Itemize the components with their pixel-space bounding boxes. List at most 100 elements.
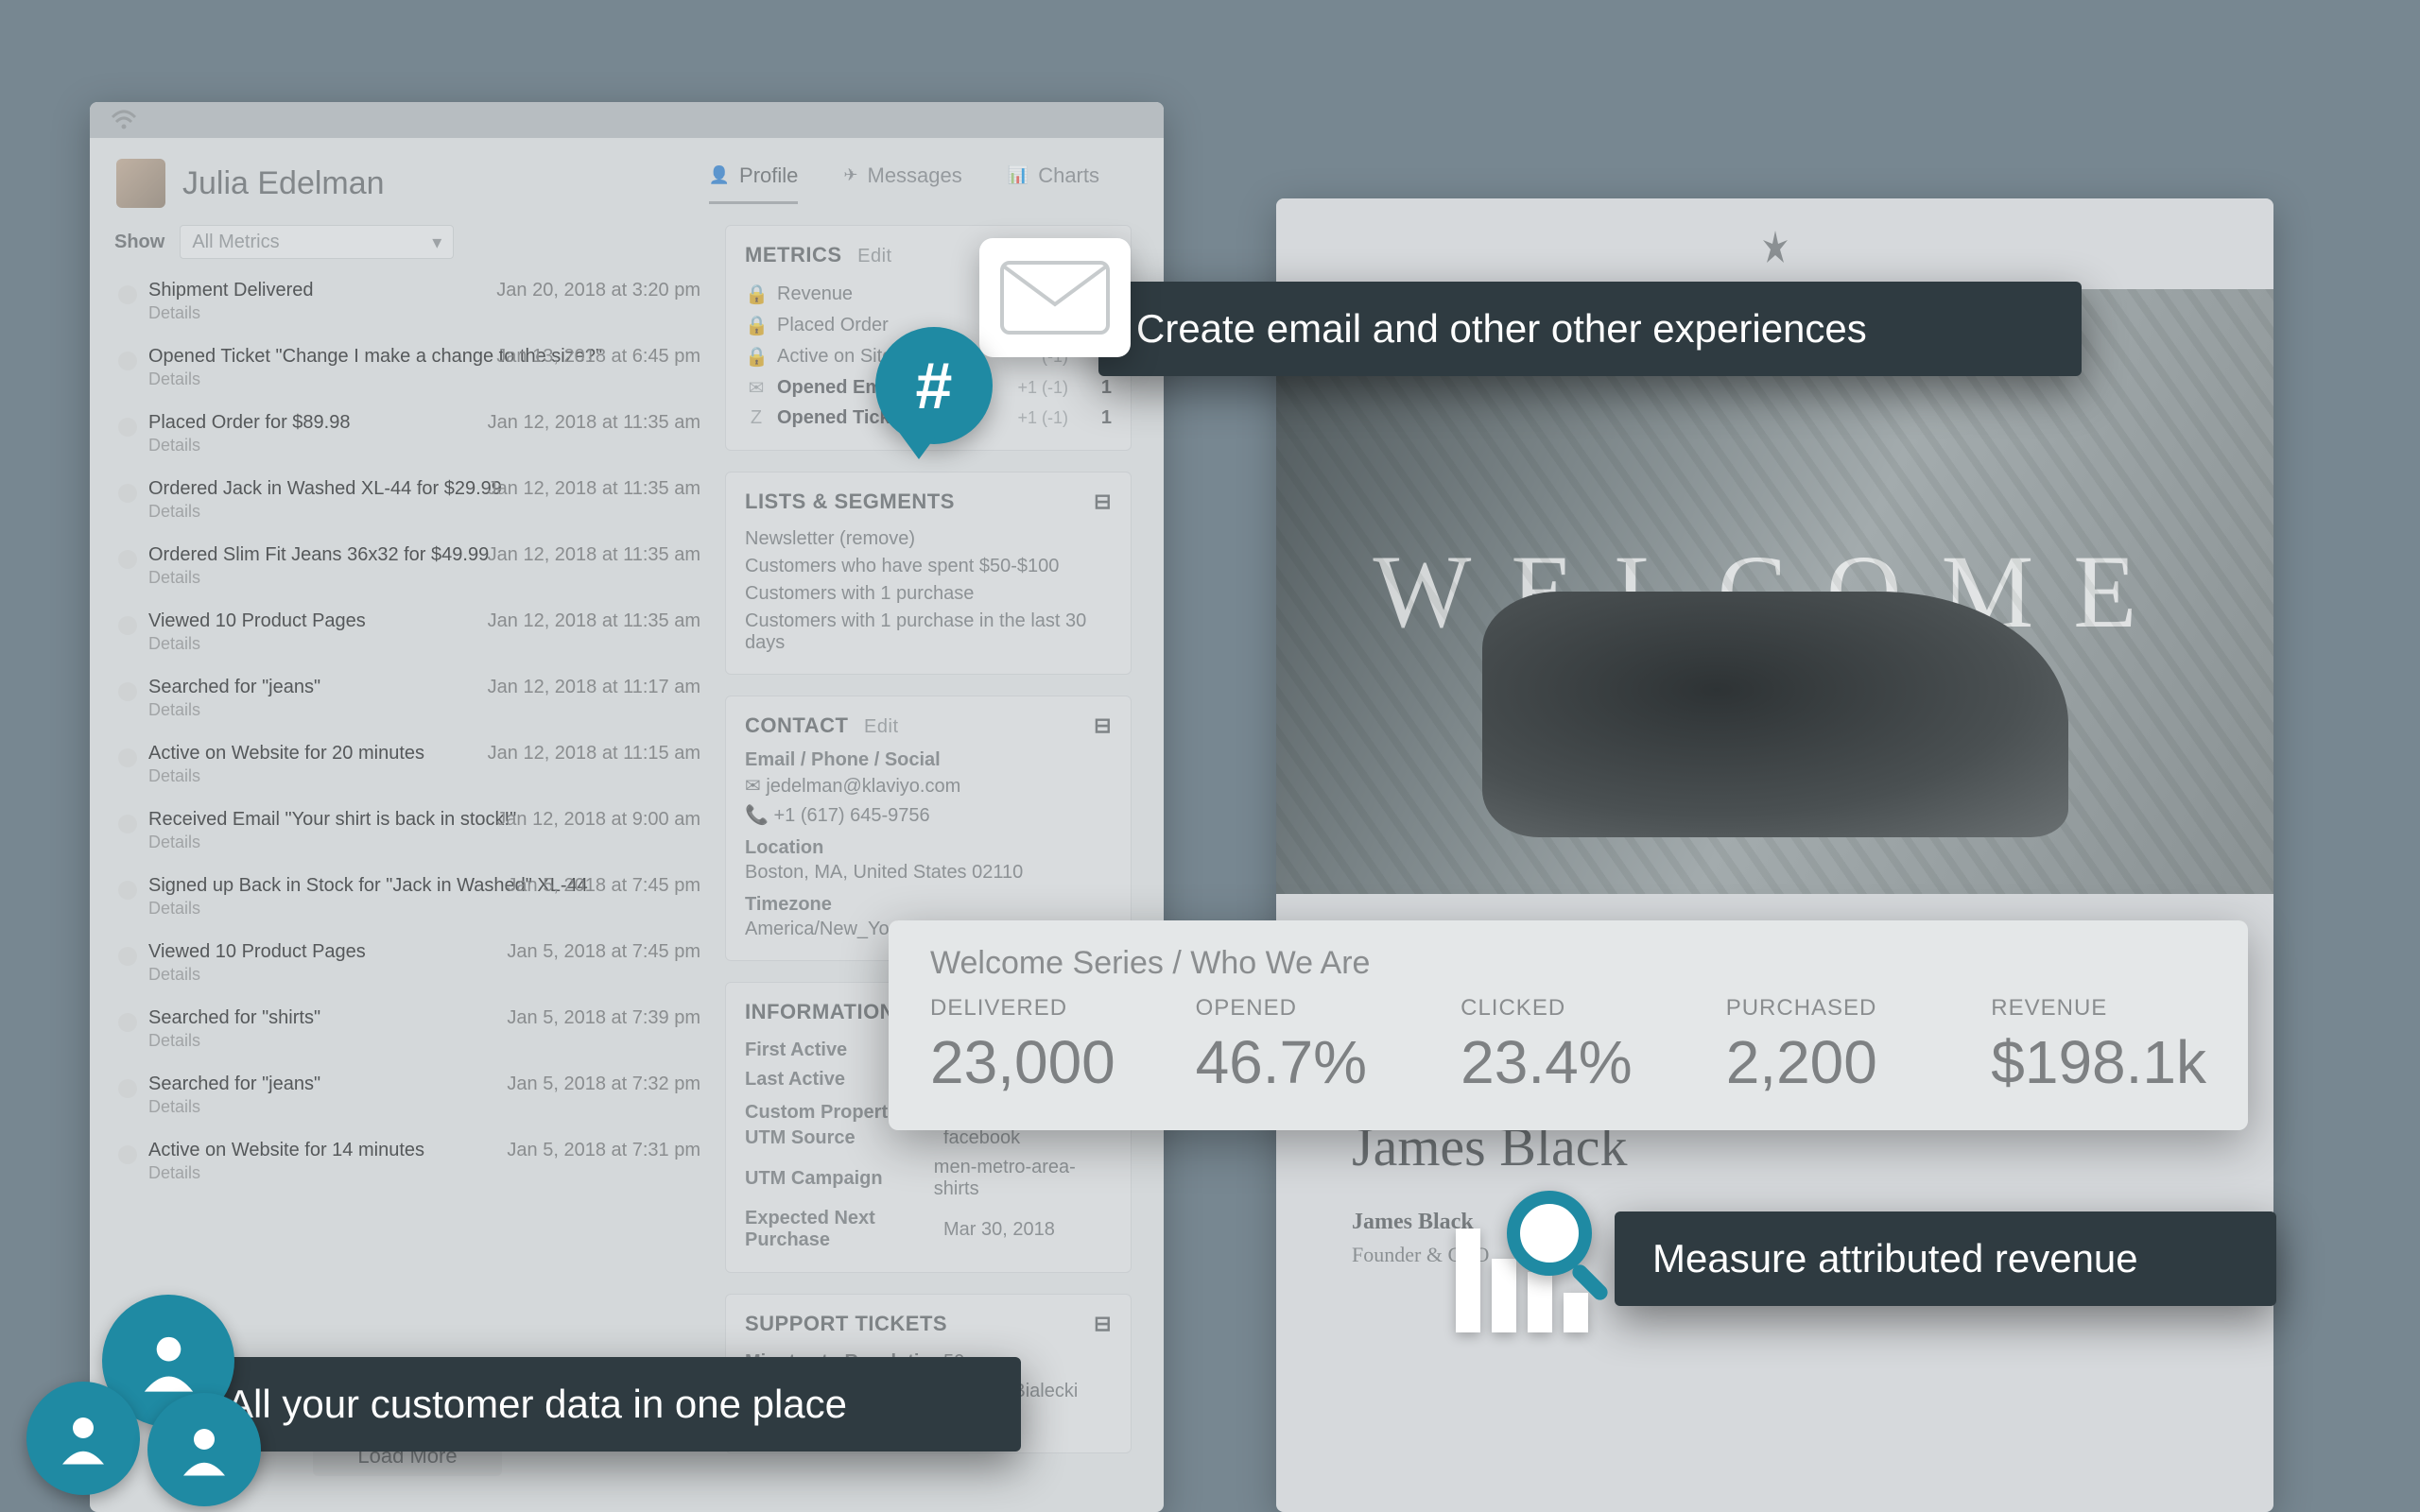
contact-email[interactable]: jedelman@klaviyo.com: [766, 776, 960, 797]
callout-create-email: Create email and other other experiences: [1098, 282, 2082, 376]
metric-icon: 🔒: [745, 345, 768, 369]
activity-details-link[interactable]: Details: [148, 369, 700, 389]
callout-text: Measure attributed revenue: [1652, 1236, 2138, 1281]
activity-details-link[interactable]: Details: [148, 303, 700, 323]
activity-details-link[interactable]: Details: [148, 766, 700, 786]
panel-title: LISTS & SEGMENTS: [745, 490, 955, 514]
activity-details-link[interactable]: Details: [148, 965, 700, 985]
activity-item[interactable]: Shipment DeliveredDetailsJan 20, 2018 at…: [114, 272, 700, 338]
person-icon: [26, 1382, 140, 1495]
window-titlebar: [90, 102, 1164, 138]
metrics-dropdown[interactable]: All Metrics ▾: [180, 225, 454, 259]
stat-label: CLICKED: [1461, 995, 1660, 1022]
stat-value: 23,000: [930, 1027, 1130, 1097]
header-tabs: 👤 Profile ✈ Messages 📊 Charts: [709, 163, 1137, 204]
activity-details-link[interactable]: Details: [148, 1097, 700, 1117]
chart-icon: 📊: [1008, 165, 1028, 185]
collapse-icon[interactable]: ⊟: [1094, 490, 1112, 514]
callout-text: All your customer data in one place: [227, 1382, 847, 1427]
kv-value: facebook: [943, 1127, 1020, 1149]
activity-item[interactable]: Searched for "jeans"DetailsJan 12, 2018 …: [114, 669, 700, 735]
location-label: Location: [745, 837, 1112, 859]
stat-label: OPENED: [1196, 995, 1395, 1022]
metric-count: 1: [1087, 377, 1112, 399]
messages-icon: ✈: [843, 165, 857, 185]
activity-details-link[interactable]: Details: [148, 502, 700, 522]
activity-time: Jan 12, 2018 at 11:35 am: [488, 412, 700, 434]
activity-item[interactable]: Searched for "jeans"DetailsJan 5, 2018 a…: [114, 1066, 700, 1132]
collapse-icon[interactable]: ⊟: [1094, 713, 1112, 738]
activity-item[interactable]: Opened Ticket "Change I make a change to…: [114, 338, 700, 404]
activity-item[interactable]: Searched for "shirts"DetailsJan 5, 2018 …: [114, 1000, 700, 1066]
activity-details-link[interactable]: Details: [148, 1163, 700, 1183]
callout-measure-revenue: Measure attributed revenue: [1615, 1211, 2276, 1306]
email-preview-window: WELCOME We obsess over every detail … co…: [1276, 198, 2273, 1512]
stat: DELIVERED23,000: [930, 995, 1130, 1097]
segment-item[interactable]: Newsletter (remove): [745, 525, 1112, 553]
tab-profile[interactable]: 👤 Profile: [709, 163, 799, 204]
chevron-down-icon: ▾: [432, 231, 441, 254]
activity-item[interactable]: Ordered Jack in Washed XL-44 for $29.99D…: [114, 471, 700, 537]
activity-item[interactable]: Ordered Slim Fit Jeans 36x32 for $49.99D…: [114, 537, 700, 603]
panel-title: INFORMATION: [745, 1000, 895, 1024]
metric-icon: 🔒: [745, 314, 768, 337]
kv-key: UTM Campaign: [745, 1168, 934, 1190]
activity-details-link[interactable]: Details: [148, 436, 700, 455]
activity-time: Jan 5, 2018 at 7:32 pm: [507, 1074, 700, 1095]
stat-label: REVENUE: [1991, 995, 2206, 1022]
stat-label: PURCHASED: [1726, 995, 1926, 1022]
activity-time: Jan 12, 2018 at 11:35 am: [488, 478, 700, 500]
activity-details-link[interactable]: Details: [148, 899, 700, 919]
edit-link[interactable]: Edit: [857, 246, 891, 266]
chart-magnifier-icon: [1456, 1191, 1616, 1332]
timezone-label: Timezone: [745, 894, 1112, 916]
edit-link[interactable]: Edit: [864, 716, 898, 737]
tab-charts[interactable]: 📊 Charts: [1008, 163, 1099, 204]
activity-item[interactable]: Viewed 10 Product PagesDetailsJan 5, 201…: [114, 934, 700, 1000]
metric-icon: Z: [745, 407, 768, 429]
callout-customer-data: All your customer data in one place: [189, 1357, 1021, 1452]
activity-details-link[interactable]: Details: [148, 700, 700, 720]
filter-row: Show All Metrics ▾: [114, 225, 700, 259]
activity-time: Jan 5, 2018 at 7:45 pm: [507, 875, 700, 897]
activity-details-link[interactable]: Details: [148, 634, 700, 654]
hashtag-bubble-icon: #: [875, 327, 993, 444]
segment-item[interactable]: Customers who have spent $50-$100: [745, 553, 1112, 580]
contact-phone[interactable]: +1 (617) 645-9756: [773, 805, 929, 826]
stat-value: $198.1k: [1991, 1027, 2206, 1097]
stat: OPENED 46.7%: [1196, 995, 1395, 1097]
activity-time: Jan 12, 2018 at 11:15 am: [488, 743, 700, 765]
activity-item[interactable]: Signed up Back in Stock for "Jack in Was…: [114, 868, 700, 934]
activity-time: Jan 5, 2018 at 7:31 pm: [507, 1140, 700, 1161]
segment-item[interactable]: Customers with 1 purchase: [745, 580, 1112, 608]
activity-list: Shipment DeliveredDetailsJan 20, 2018 at…: [114, 272, 700, 1425]
collapse-icon[interactable]: ⊟: [1094, 1312, 1112, 1336]
activity-item[interactable]: Active on Website for 20 minutesDetailsJ…: [114, 735, 700, 801]
kv-key: UTM Source: [745, 1127, 943, 1149]
activity-item[interactable]: Received Email "Your shirt is back in st…: [114, 801, 700, 868]
activity-item[interactable]: Active on Website for 14 minutesDetailsJ…: [114, 1132, 700, 1198]
activity-details-link[interactable]: Details: [148, 833, 700, 852]
panel-title: SUPPORT TICKETS: [745, 1312, 947, 1336]
activity-time: Jan 5, 2018 at 7:45 pm: [507, 941, 700, 963]
contact-subheader: Email / Phone / Social: [745, 749, 1112, 771]
activity-item[interactable]: Viewed 10 Product PagesDetailsJan 12, 20…: [114, 603, 700, 669]
metric-delta: +1 (-1): [1017, 408, 1068, 428]
profile-header: Julia Edelman 👤 Profile ✈ Messages 📊 Cha…: [90, 138, 1164, 208]
metric-delta: +1 (-1): [1017, 378, 1068, 398]
activity-item[interactable]: Placed Order for $89.98DetailsJan 12, 20…: [114, 404, 700, 471]
tab-label: Charts: [1038, 163, 1099, 188]
callout-text: Create email and other other experiences: [1136, 306, 1867, 352]
tab-messages[interactable]: ✈ Messages: [843, 163, 961, 204]
person-icon: [147, 1393, 261, 1506]
panel-title: METRICS: [745, 243, 842, 266]
stat-value: 46.7%: [1196, 1027, 1395, 1097]
avatar[interactable]: [116, 159, 165, 208]
metric-count: 1: [1087, 407, 1112, 429]
tab-label: Profile: [739, 163, 798, 188]
activity-time: Jan 20, 2018 at 3:20 pm: [496, 280, 700, 301]
mail-envelope-icon: [979, 238, 1131, 357]
segment-item[interactable]: Customers with 1 purchase in the last 30…: [745, 608, 1112, 657]
activity-details-link[interactable]: Details: [148, 568, 700, 588]
activity-details-link[interactable]: Details: [148, 1031, 700, 1051]
